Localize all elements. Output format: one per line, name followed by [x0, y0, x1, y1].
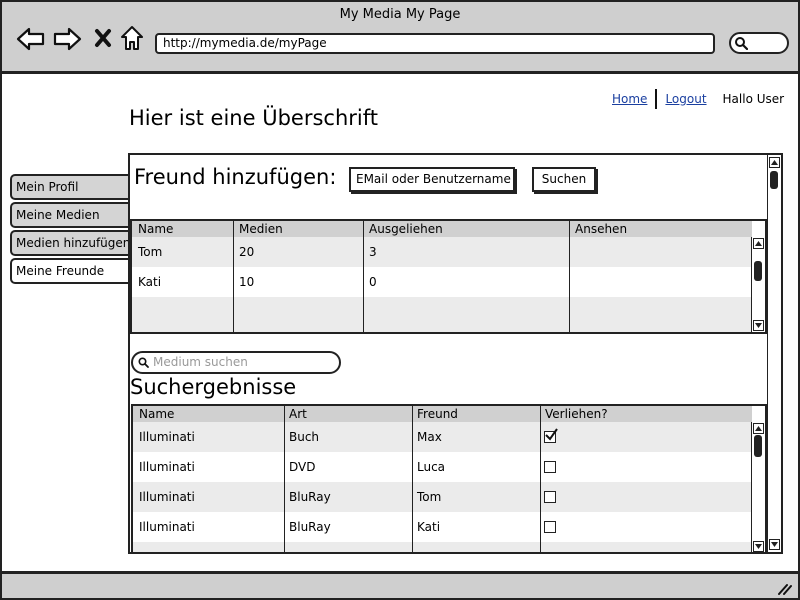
table-row-partial: [133, 542, 752, 552]
address-bar[interactable]: http://mymedia.de/myPage: [155, 33, 715, 54]
table-cell: 20: [239, 245, 255, 259]
column-header[interactable]: Name: [134, 221, 173, 237]
table-cell: 3: [369, 245, 377, 259]
column-header[interactable]: Freund: [413, 406, 458, 422]
table-cell: Illuminati: [139, 490, 195, 504]
sidebar-item-my-media[interactable]: Meine Medien: [10, 202, 128, 228]
browser-toolbar: My Media My Page http://mymedia.de/myPag…: [0, 0, 800, 74]
table-cell: Illuminati: [139, 430, 195, 444]
friends-table-scrollbar[interactable]: [751, 237, 765, 332]
search-icon: [735, 37, 748, 50]
browser-search-field[interactable]: [729, 32, 789, 54]
table-cell: Kati: [138, 275, 162, 289]
lent-checkbox-checked[interactable]: [544, 428, 558, 443]
table-row[interactable]: Illuminati DVD Luca: [133, 452, 752, 482]
results-table: Name Art Freund Verliehen? Illuminati Bu…: [131, 404, 767, 552]
results-table-scrollbar[interactable]: [751, 422, 765, 552]
browser-status-bar: [0, 571, 800, 600]
table-cell: Tom: [417, 490, 442, 504]
forward-arrow-icon[interactable]: [52, 26, 82, 52]
table-row-empty: [132, 297, 752, 332]
column-divider: [363, 221, 364, 332]
column-divider: [540, 406, 541, 552]
home-icon[interactable]: [119, 24, 145, 52]
logout-link[interactable]: Logout: [665, 92, 706, 106]
checkmark-icon: [545, 428, 558, 441]
window-title: My Media My Page: [339, 7, 461, 22]
table-row[interactable]: Illuminati BluRay Kati: [133, 512, 752, 542]
lent-checkbox[interactable]: [544, 461, 556, 473]
table-cell: Luca: [417, 460, 446, 474]
link-divider: [655, 89, 658, 109]
table-cell: 10: [239, 275, 255, 289]
table-cell: DVD: [289, 460, 316, 474]
scroll-thumb[interactable]: [754, 261, 762, 281]
table-cell: Illuminati: [139, 520, 195, 534]
back-arrow-icon[interactable]: [16, 26, 46, 52]
scroll-up-arrow-icon[interactable]: [769, 157, 780, 168]
media-search-input[interactable]: Medium suchen: [131, 351, 341, 374]
friends-panel: Freund hinzufügen: EMail oder Benutzerna…: [128, 153, 783, 554]
scroll-thumb[interactable]: [770, 171, 778, 189]
home-link[interactable]: Home: [612, 92, 647, 106]
sidebar-item-add-media[interactable]: Medien hinzufügen: [10, 230, 128, 256]
column-divider: [412, 406, 413, 552]
table-cell: 0: [369, 275, 377, 289]
scroll-up-arrow-icon[interactable]: [753, 423, 764, 434]
sidebar-item-my-friends[interactable]: Meine Freunde: [10, 258, 128, 284]
sidebar-item-profile[interactable]: Mein Profil: [10, 174, 128, 200]
column-header[interactable]: Name: [135, 406, 174, 422]
scroll-thumb[interactable]: [754, 435, 762, 457]
results-table-header: Name Art Freund Verliehen?: [133, 406, 752, 422]
friends-table-header: Name Medien Ausgeliehen Ansehen: [132, 221, 752, 237]
media-search-placeholder: Medium suchen: [153, 355, 248, 369]
friends-table: Name Medien Ausgeliehen Ansehen Tom 20 3…: [130, 219, 767, 334]
friend-search-button[interactable]: Suchen: [532, 167, 596, 192]
panel-scrollbar[interactable]: [767, 155, 781, 552]
column-divider: [233, 221, 234, 332]
column-header[interactable]: Medien: [235, 221, 283, 237]
table-cell: Buch: [289, 430, 320, 444]
table-row[interactable]: Tom 20 3: [132, 237, 752, 267]
column-header[interactable]: Art: [285, 406, 307, 422]
column-divider: [569, 221, 570, 332]
column-header[interactable]: Verliehen?: [541, 406, 608, 422]
add-friend-label: Freund hinzufügen:: [134, 165, 337, 189]
scroll-up-arrow-icon[interactable]: [753, 238, 764, 249]
friend-search-input[interactable]: EMail oder Benutzername: [349, 167, 515, 192]
resize-grip-icon[interactable]: [776, 581, 792, 595]
table-row[interactable]: Kati 10 0: [132, 267, 752, 297]
user-greeting: Hallo User: [722, 92, 785, 106]
table-cell: Illuminati: [139, 460, 195, 474]
column-header[interactable]: Ausgeliehen: [365, 221, 443, 237]
table-cell: BluRay: [289, 490, 331, 504]
scroll-down-arrow-icon[interactable]: [753, 320, 764, 331]
table-cell: Max: [417, 430, 442, 444]
page-title: Hier ist eine Überschrift: [129, 106, 378, 130]
window-border-left: [0, 74, 2, 572]
search-icon: [138, 357, 149, 368]
close-icon[interactable]: [94, 28, 112, 48]
table-row[interactable]: Illuminati BluRay Tom: [133, 482, 752, 512]
table-cell: Kati: [417, 520, 441, 534]
scroll-down-arrow-icon[interactable]: [753, 541, 764, 552]
table-cell: Tom: [138, 245, 163, 259]
table-cell: BluRay: [289, 520, 331, 534]
results-heading: Suchergebnisse: [130, 375, 297, 399]
lent-checkbox[interactable]: [544, 491, 556, 503]
table-row[interactable]: Illuminati Buch Max: [133, 422, 752, 452]
column-header[interactable]: Ansehen: [571, 221, 627, 237]
column-divider: [284, 406, 285, 552]
lent-checkbox[interactable]: [544, 521, 556, 533]
top-links: Home Logout Hallo User: [612, 89, 784, 109]
scroll-down-arrow-icon[interactable]: [769, 539, 780, 550]
